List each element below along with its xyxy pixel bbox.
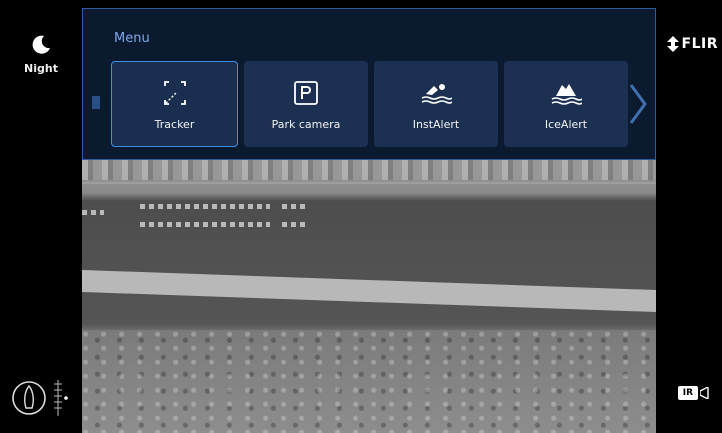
menu-tiles: Tracker Park camera InstAlert IceAlert — [111, 61, 628, 147]
menu-panel: Menu Tracker Park camera InstAlert IceAl… — [82, 8, 656, 160]
vessel-heading-icon[interactable] — [10, 374, 76, 422]
ship-window-row — [140, 204, 270, 209]
thermal-video-feed[interactable] — [82, 160, 656, 433]
park-camera-icon — [293, 78, 319, 108]
ship-window-row — [140, 222, 270, 227]
flir-logo-icon — [666, 36, 679, 52]
menu-item-park-camera[interactable]: Park camera — [244, 61, 368, 147]
ir-mode-label: IR — [677, 386, 698, 400]
menu-item-label: Park camera — [271, 117, 341, 131]
ir-mode-button[interactable]: IR — [677, 386, 710, 400]
menu-item-tracker[interactable]: Tracker — [111, 61, 238, 147]
menu-item-icealert[interactable]: IceAlert — [504, 61, 628, 147]
ship-window-row — [282, 222, 306, 227]
night-mode-label: Night — [24, 62, 58, 75]
brand-logo: FLIR — [666, 36, 718, 52]
swimmer-icon — [420, 78, 452, 108]
night-mode-button[interactable]: Night — [13, 34, 69, 96]
left-toolbar: Night — [0, 0, 82, 433]
camera-icon — [700, 387, 709, 399]
brand-text: FLIR — [681, 36, 718, 52]
ship-window-row — [282, 204, 306, 209]
ship-window-row — [82, 210, 104, 215]
right-toolbar: FLIR IR — [656, 0, 722, 433]
menu-title: Menu — [114, 31, 150, 46]
iceberg-icon — [550, 78, 582, 108]
menu-next-button[interactable] — [627, 81, 649, 127]
menu-item-label: InstAlert — [412, 117, 460, 131]
sea-surface — [82, 330, 656, 433]
menu-item-instalert[interactable]: InstAlert — [374, 61, 498, 147]
chevron-right-icon — [629, 84, 647, 124]
ship-superstructure — [82, 160, 656, 180]
camera-screen: Night FLIR IR Menu Tracker Park camera I… — [0, 0, 722, 433]
ship-hull-waterline — [82, 269, 656, 313]
moon-icon — [32, 35, 50, 54]
tracker-icon — [162, 78, 188, 108]
menu-item-label: Tracker — [154, 117, 195, 131]
scroll-left-indicator[interactable] — [92, 96, 100, 109]
menu-item-label: IceAlert — [544, 117, 588, 131]
ship-rail — [82, 182, 656, 184]
